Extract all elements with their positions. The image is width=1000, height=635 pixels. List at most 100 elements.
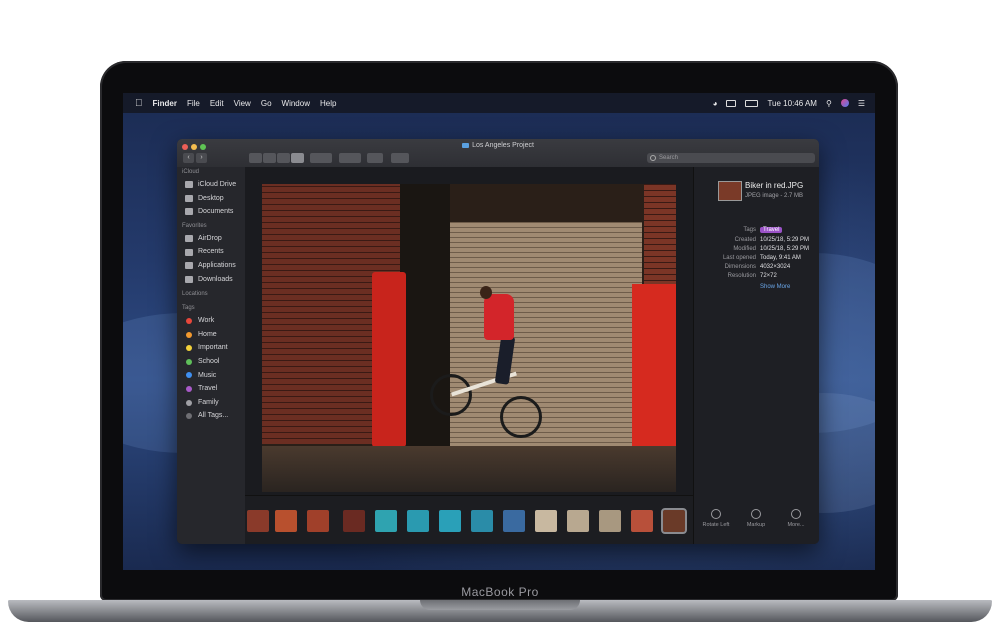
- filmstrip-thumb[interactable]: [307, 510, 329, 532]
- filmstrip-thumb[interactable]: [471, 510, 493, 532]
- sidebar-item-label: Travel: [198, 385, 218, 393]
- airplay-icon[interactable]: [726, 99, 737, 107]
- photo-shadow: [400, 184, 450, 464]
- forward-button[interactable]: ›: [196, 153, 207, 163]
- meta-value: 10/25/18, 5:29 PM: [760, 237, 810, 243]
- sidebar-tag-work[interactable]: Work: [177, 314, 245, 328]
- document-icon: [185, 208, 193, 216]
- apple-menu-icon[interactable]: : [135, 98, 143, 109]
- more-button[interactable]: More...: [776, 509, 816, 528]
- menu-go[interactable]: Go: [261, 99, 272, 108]
- sidebar-header-favorites: Favorites: [182, 222, 207, 229]
- menu-help[interactable]: Help: [320, 99, 336, 108]
- battery-icon[interactable]: [745, 99, 759, 107]
- meta-row-created: Created 10/25/18, 5:29 PM: [698, 237, 819, 243]
- preview-image[interactable]: [262, 184, 676, 492]
- sidebar-item-label: Desktop: [198, 194, 224, 202]
- spotlight-icon[interactable]: ⚲: [826, 99, 832, 108]
- filmstrip-thumb[interactable]: [567, 510, 589, 532]
- sidebar-item-documents[interactable]: Documents: [177, 205, 245, 219]
- clock[interactable]: Tue 10:46 AM: [767, 99, 817, 108]
- siri-icon[interactable]: [840, 99, 849, 107]
- menu-edit[interactable]: Edit: [210, 99, 224, 108]
- tag-dot-icon: [186, 317, 192, 324]
- sidebar-item-downloads[interactable]: Downloads: [177, 273, 245, 287]
- sidebar-item-label: Recents: [198, 248, 224, 256]
- rotate-left-button[interactable]: Rotate Left: [696, 509, 736, 528]
- back-button[interactable]: ‹: [183, 153, 194, 163]
- tag-dot-icon: [186, 345, 192, 352]
- markup-button[interactable]: Markup: [736, 509, 776, 528]
- desktop-icon: [185, 194, 193, 202]
- sidebar-tag-important[interactable]: Important: [177, 341, 245, 355]
- meta-value: Today, 9:41 AM: [760, 255, 801, 261]
- screen:  Finder File Edit View Go Window Help ◕…: [123, 93, 875, 570]
- search-placeholder: Search: [659, 155, 679, 161]
- filmstrip-thumb-selected[interactable]: [661, 508, 687, 534]
- laptop-notch: [420, 600, 580, 610]
- action-label: Rotate Left: [702, 522, 730, 528]
- sidebar-item-applications[interactable]: Applications: [177, 259, 245, 273]
- column-view-button[interactable]: [277, 153, 290, 163]
- menu-window[interactable]: Window: [282, 99, 310, 108]
- share-button[interactable]: [367, 153, 383, 163]
- markup-icon: [751, 509, 761, 519]
- menu-view[interactable]: View: [234, 99, 251, 108]
- photo-red-post-left: [372, 272, 406, 447]
- edit-tags-button[interactable]: [391, 153, 409, 163]
- filmstrip-thumb[interactable]: [503, 510, 525, 532]
- notification-center-icon[interactable]: ☰: [858, 99, 865, 108]
- sidebar-header-locations: Locations: [182, 291, 208, 298]
- cloud-icon: [185, 181, 193, 189]
- sidebar-tag-music[interactable]: Music: [177, 369, 245, 383]
- meta-value: 10/25/18, 5:29 PM: [760, 246, 810, 252]
- filmstrip-thumb[interactable]: [375, 510, 397, 532]
- sidebar-tag-home[interactable]: Home: [177, 328, 245, 342]
- sidebar-item-desktop[interactable]: Desktop: [177, 192, 245, 206]
- wifi-icon[interactable]: ◕: [713, 99, 718, 108]
- meta-row-resolution: Resolution 72×72: [698, 273, 819, 279]
- sidebar-tag-all-tags[interactable]: All Tags...: [177, 409, 245, 423]
- filmstrip-thumb[interactable]: [407, 510, 429, 532]
- filmstrip-thumb[interactable]: [343, 510, 365, 532]
- show-more-link[interactable]: Show More: [760, 284, 790, 290]
- sidebar-item-label: Work: [198, 317, 215, 325]
- search-icon: [650, 155, 656, 161]
- sidebar-item-label: School: [198, 357, 220, 365]
- search-field[interactable]: Search: [647, 153, 815, 163]
- sidebar-item-icloud-drive[interactable]: iCloud Drive: [177, 178, 245, 192]
- list-view-button[interactable]: [263, 153, 276, 163]
- sidebar-item-label: Music: [198, 371, 217, 379]
- sidebar-item-label: Home: [198, 330, 217, 338]
- action-gear-button[interactable]: [339, 153, 361, 163]
- sidebar-header-tags: Tags: [182, 305, 195, 312]
- tag-dot-icon: [186, 358, 192, 365]
- sidebar-item-label: Important: [198, 344, 228, 352]
- filmstrip-thumb[interactable]: [631, 510, 653, 532]
- sidebar-tag-school[interactable]: School: [177, 355, 245, 369]
- tag-badge[interactable]: Travel: [760, 227, 783, 233]
- sidebar-item-recents[interactable]: Recents: [177, 245, 245, 259]
- sidebar-item-label: All Tags...: [198, 412, 229, 420]
- sidebar-header-icloud: iCloud: [182, 169, 200, 175]
- gallery-view-button[interactable]: [291, 153, 304, 163]
- filmstrip-thumb[interactable]: [247, 510, 269, 532]
- photo-bike-wheel: [500, 396, 542, 438]
- photo-rider-head: [480, 286, 492, 299]
- sidebar-tag-family[interactable]: Family: [177, 396, 245, 410]
- menu-app-finder[interactable]: Finder: [153, 99, 177, 108]
- sidebar-item-airdrop[interactable]: AirDrop: [177, 232, 245, 246]
- sidebar-tag-travel[interactable]: Travel: [177, 382, 245, 396]
- meta-value: 72×72: [760, 273, 777, 279]
- filmstrip-thumb[interactable]: [599, 510, 621, 532]
- icon-view-button[interactable]: [249, 153, 262, 163]
- filmstrip-thumb[interactable]: [439, 510, 461, 532]
- file-kind: JPEG image - 2.7 MB: [745, 193, 804, 199]
- sidebar-item-label: iCloud Drive: [198, 181, 237, 188]
- filmstrip-thumb[interactable]: [275, 510, 297, 532]
- group-by-button[interactable]: [310, 153, 332, 163]
- filmstrip-thumb[interactable]: [535, 510, 557, 532]
- tag-dot-icon: [186, 413, 192, 420]
- window-title: Los Angeles Project: [177, 142, 819, 149]
- menu-file[interactable]: File: [187, 99, 200, 108]
